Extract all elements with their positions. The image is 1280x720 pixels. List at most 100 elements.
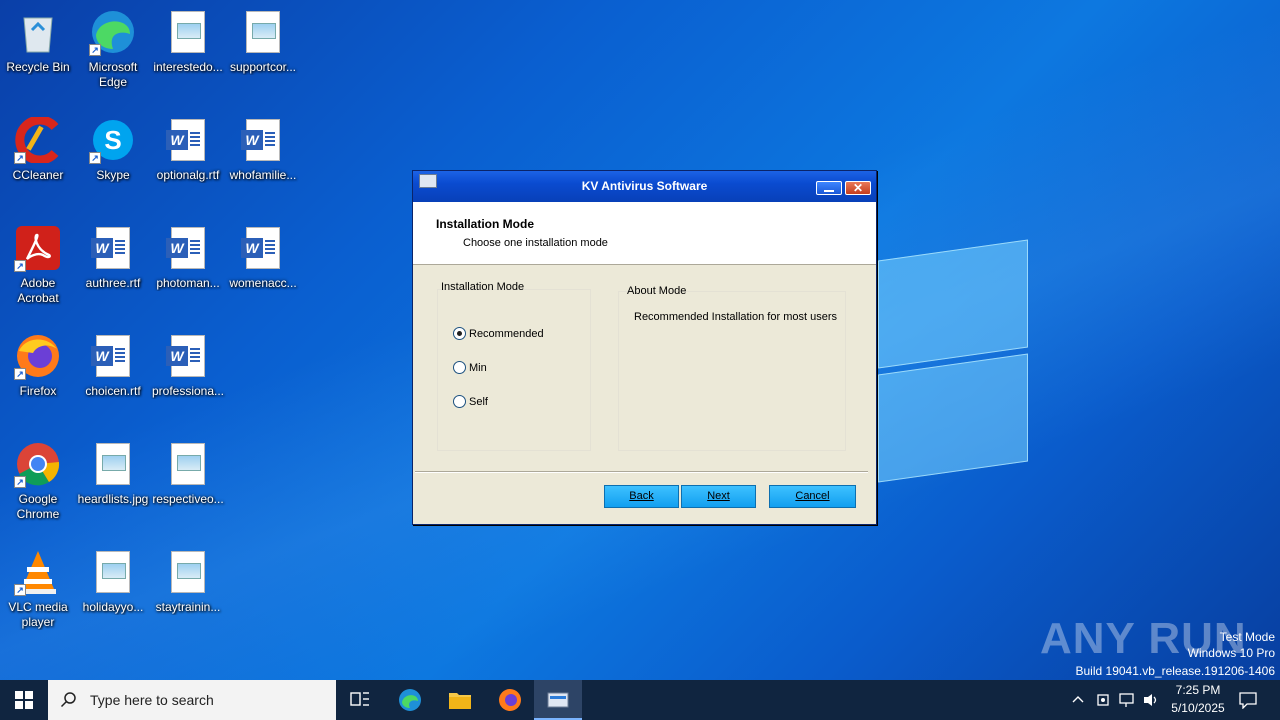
next-button[interactable]: Next [681, 485, 756, 508]
radio-recommended[interactable]: Recommended [453, 327, 544, 340]
desktop-icon-label: professiona... [151, 384, 225, 398]
desktop-icon[interactable]: Wphotoman... [150, 224, 226, 291]
desktop-icon[interactable]: ↗ CCleaner [0, 116, 76, 183]
desktop-icon[interactable]: Wwomenacc... [225, 224, 301, 291]
search-icon [60, 692, 76, 708]
word-doc-icon: W [164, 332, 212, 380]
taskbar-edge[interactable] [386, 680, 434, 720]
word-doc-icon: W [164, 224, 212, 272]
watermark-build: Build 19041.vb_release.191206-1406 [1075, 664, 1276, 678]
acrobat-icon: ↗ [14, 224, 62, 272]
desktop-icon[interactable]: Woptionalg.rtf [150, 116, 226, 183]
mode-group-label: Installation Mode [441, 281, 525, 293]
shortcut-arrow-icon: ↗ [14, 368, 26, 380]
desktop-icon[interactable]: heardlists.jpg [75, 440, 151, 507]
shortcut-arrow-icon: ↗ [14, 476, 26, 488]
vlc-icon: ↗ [14, 548, 62, 596]
desktop-icon[interactable]: supportcor... [225, 8, 301, 75]
word-doc-icon: W [89, 224, 137, 272]
task-view-button[interactable] [336, 680, 384, 720]
desktop-icon-label: Adobe Acrobat [17, 276, 59, 305]
start-button[interactable] [0, 680, 48, 720]
watermark-edition: Windows 10 Pro [1187, 646, 1275, 660]
radio-min[interactable]: Min [453, 361, 487, 374]
word-doc-icon: W [89, 332, 137, 380]
volume-icon[interactable] [1142, 692, 1160, 708]
button-separator [415, 471, 868, 473]
image-file-icon [89, 440, 137, 488]
shortcut-arrow-icon: ↗ [14, 260, 26, 272]
recycle-bin-icon [14, 8, 62, 56]
desktop-icon[interactable]: ↗ Firefox [0, 332, 76, 399]
taskbar-firefox[interactable] [486, 680, 534, 720]
back-button[interactable]: Back [604, 485, 679, 508]
image-file-icon [164, 440, 212, 488]
header-title: Installation Mode [436, 217, 535, 231]
about-mode-text: Recommended Installation for most users [634, 311, 837, 323]
word-doc-icon: W [239, 224, 287, 272]
desktop-icon[interactable]: staytrainin... [150, 548, 226, 615]
dialog-titlebar[interactable]: KV Antivirus Software ✕ [413, 171, 876, 202]
desktop-icon[interactable]: holidayyo... [75, 548, 151, 615]
dialog-title: KV Antivirus Software [581, 179, 708, 193]
desktop-icon[interactable]: ↗ Microsoft Edge [75, 8, 151, 90]
desktop-icon[interactable]: ↗ Google Chrome [0, 440, 76, 522]
desktop-icon-label: photoman... [156, 276, 220, 290]
desktop-icon-label: respectiveo... [152, 492, 224, 506]
desktop-icon[interactable]: Wwhofamilie... [225, 116, 301, 183]
taskbar-installer-active[interactable] [534, 680, 582, 720]
word-doc-icon: W [239, 116, 287, 164]
desktop-icon-label: Firefox [19, 384, 57, 398]
taskbar: Type here to search 7:25 PM 5/10/2025 [0, 680, 1280, 720]
firefox-icon: ↗ [14, 332, 62, 380]
desktop-icon-label: supportcor... [229, 60, 297, 74]
radio-self[interactable]: Self [453, 395, 488, 408]
radio-self-dot[interactable] [453, 395, 466, 408]
cancel-button[interactable]: Cancel [769, 485, 856, 508]
desktop-icon[interactable]: Wprofessiona... [150, 332, 226, 399]
desktop-icon[interactable]: Recycle Bin [0, 8, 76, 75]
radio-min-label: Min [469, 361, 487, 374]
minimize-button[interactable] [816, 181, 842, 195]
image-file-icon [164, 548, 212, 596]
about-group-label: About Mode [627, 285, 687, 297]
desktop-icon-label: optionalg.rtf [156, 168, 220, 182]
desktop-icon[interactable]: Wauthree.rtf [75, 224, 151, 291]
windows-start-icon [15, 691, 33, 709]
desktop-icon[interactable]: ↗ Adobe Acrobat [0, 224, 76, 306]
clock-date[interactable]: 5/10/2025 [1163, 701, 1233, 715]
desktop-icon-label: Recycle Bin [6, 60, 70, 74]
skype-icon: S ↗ [89, 116, 137, 164]
installer-app-icon [547, 692, 569, 708]
image-file-icon [239, 8, 287, 56]
radio-recommended-label: Recommended [469, 327, 544, 340]
search-placeholder: Type here to search [90, 692, 214, 708]
svg-text:S: S [104, 125, 121, 155]
network-icon[interactable] [1118, 692, 1136, 708]
radio-self-label: Self [469, 395, 488, 408]
desktop-icon[interactable]: Wchoicen.rtf [75, 332, 151, 399]
task-view-icon [350, 692, 369, 706]
desktop-icon[interactable]: S ↗ Skype [75, 116, 151, 183]
taskbar-search-box[interactable]: Type here to search [48, 680, 336, 720]
desktop-icon-label: interestedo... [153, 60, 223, 74]
notification-icon[interactable] [1238, 691, 1258, 709]
clock-time[interactable]: 7:25 PM [1168, 683, 1228, 697]
device-icon[interactable] [1096, 692, 1110, 708]
desktop-icon[interactable]: interestedo... [150, 8, 226, 75]
desktop-icon-label: Microsoft Edge [88, 60, 138, 89]
desktop-icon[interactable]: respectiveo... [150, 440, 226, 507]
taskbar-file-explorer[interactable] [436, 680, 484, 720]
shortcut-arrow-icon: ↗ [89, 44, 101, 56]
chevron-up-icon[interactable] [1072, 694, 1084, 706]
edge-icon: ↗ [89, 8, 137, 56]
desktop-icon-label: CCleaner [12, 168, 64, 182]
windows-logo-wallpaper [860, 230, 1040, 490]
close-button[interactable]: ✕ [845, 181, 871, 195]
desktop-icon-label: Google Chrome [16, 492, 60, 521]
image-file-icon [89, 548, 137, 596]
radio-min-dot[interactable] [453, 361, 466, 374]
image-file-icon [164, 8, 212, 56]
desktop-icon[interactable]: ↗ VLC media player [0, 548, 76, 630]
radio-recommended-dot[interactable] [453, 327, 466, 340]
